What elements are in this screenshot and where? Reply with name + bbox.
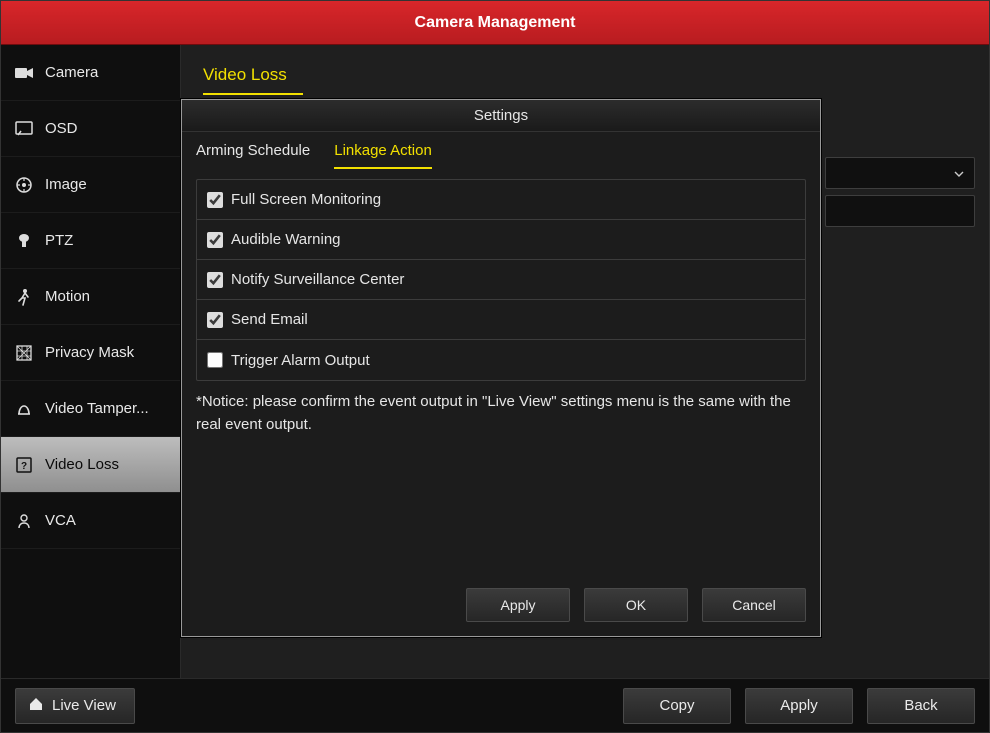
dialog-apply-button[interactable]: Apply [466, 588, 570, 622]
tamper-icon [15, 400, 33, 418]
checkbox-notify-surveillance-center[interactable] [207, 272, 223, 288]
sidebar-item-osd[interactable]: OSD [1, 101, 180, 157]
chevron-down-icon [954, 166, 964, 180]
window-title: Camera Management [415, 14, 576, 32]
dialog-tabs: Arming Schedule Linkage Action [182, 132, 820, 169]
sidebar-item-label: Privacy Mask [45, 344, 134, 361]
section-title-underline [203, 93, 303, 95]
dialog-cancel-button[interactable]: Cancel [702, 588, 806, 622]
background-dropdown[interactable] [825, 157, 975, 189]
tab-arming-schedule[interactable]: Arming Schedule [196, 142, 310, 169]
option-full-screen-monitoring[interactable]: Full Screen Monitoring [197, 180, 805, 220]
dialog-ok-button[interactable]: OK [584, 588, 688, 622]
sidebar: Camera OSD Image PTZ [1, 45, 181, 678]
option-label: Notify Surveillance Center [231, 271, 404, 288]
option-send-email[interactable]: Send Email [197, 300, 805, 340]
sidebar-item-image[interactable]: Image [1, 157, 180, 213]
checkbox-send-email[interactable] [207, 312, 223, 328]
option-audible-warning[interactable]: Audible Warning [197, 220, 805, 260]
sidebar-item-motion[interactable]: Motion [1, 269, 180, 325]
notice-text: *Notice: please confirm the event output… [182, 381, 820, 436]
checkbox-audible-warning[interactable] [207, 232, 223, 248]
vca-icon [15, 512, 33, 530]
sidebar-item-vca[interactable]: VCA [1, 493, 180, 549]
sidebar-item-label: Camera [45, 64, 98, 81]
checkbox-full-screen-monitoring[interactable] [207, 192, 223, 208]
footer-apply-button[interactable]: Apply [745, 688, 853, 724]
sidebar-item-label: Motion [45, 288, 90, 305]
mask-icon [15, 344, 33, 362]
dialog-title: Settings [182, 100, 820, 132]
sidebar-item-label: OSD [45, 120, 78, 137]
checkbox-trigger-alarm-output[interactable] [207, 352, 223, 368]
linkage-options: Full Screen Monitoring Audible Warning N… [196, 179, 806, 381]
motion-icon [15, 288, 33, 306]
sidebar-item-label: VCA [45, 512, 76, 529]
dialog-buttons: Apply OK Cancel [182, 574, 820, 636]
sidebar-item-video-tamper[interactable]: Video Tamper... [1, 381, 180, 437]
ptz-icon [15, 232, 33, 250]
video-loss-icon: ? [15, 456, 33, 474]
footer-back-button[interactable]: Back [867, 688, 975, 724]
footer: Live View Copy Apply Back [1, 678, 989, 732]
osd-icon [15, 120, 33, 138]
home-icon [28, 697, 44, 715]
option-label: Send Email [231, 311, 308, 328]
app-window: Camera Management Camera OSD Image [0, 0, 990, 733]
background-field[interactable] [825, 195, 975, 227]
sidebar-item-label: PTZ [45, 232, 73, 249]
titlebar: Camera Management [1, 1, 989, 45]
option-label: Audible Warning [231, 231, 341, 248]
footer-copy-button[interactable]: Copy [623, 688, 731, 724]
sidebar-item-camera[interactable]: Camera [1, 45, 180, 101]
live-view-button[interactable]: Live View [15, 688, 135, 724]
tab-linkage-action[interactable]: Linkage Action [334, 142, 432, 169]
option-label: Trigger Alarm Output [231, 352, 370, 369]
sidebar-item-label: Image [45, 176, 87, 193]
sidebar-item-privacy-mask[interactable]: Privacy Mask [1, 325, 180, 381]
sidebar-item-label: Video Loss [45, 456, 119, 473]
sidebar-item-ptz[interactable]: PTZ [1, 213, 180, 269]
settings-dialog: Settings Arming Schedule Linkage Action … [181, 99, 821, 637]
option-label: Full Screen Monitoring [231, 191, 381, 208]
sidebar-item-label: Video Tamper... [45, 400, 149, 417]
sidebar-item-video-loss[interactable]: ? Video Loss [1, 437, 180, 493]
section-title: Video Loss [199, 61, 971, 93]
svg-text:?: ? [21, 461, 27, 472]
camera-icon [15, 64, 33, 82]
option-notify-surveillance-center[interactable]: Notify Surveillance Center [197, 260, 805, 300]
option-trigger-alarm-output[interactable]: Trigger Alarm Output [197, 340, 805, 380]
image-icon [15, 176, 33, 194]
live-view-label: Live View [52, 697, 116, 714]
